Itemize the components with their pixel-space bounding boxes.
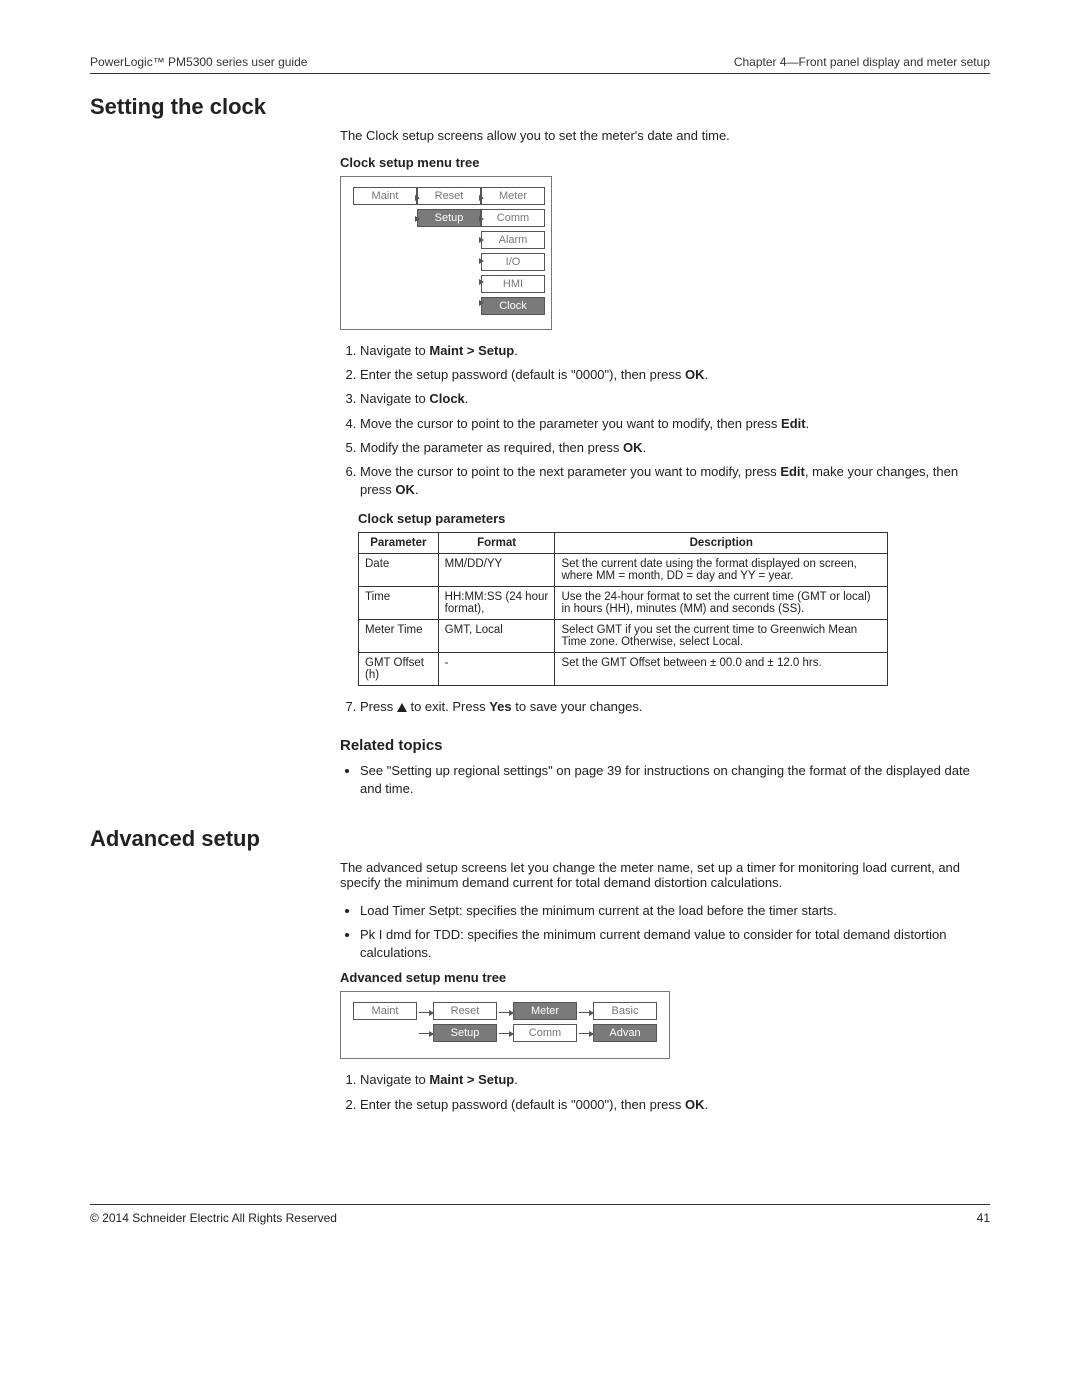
table-cell: Time: [359, 587, 439, 620]
table-header-row: ParameterFormatDescription: [359, 533, 888, 554]
list-item: Navigate to Clock.: [360, 390, 990, 408]
list-item: Navigate to Maint > Setup.: [360, 342, 990, 360]
footer-right: 41: [977, 1211, 990, 1225]
table-row: DateMM/DD/YYSet the current date using t…: [359, 554, 888, 587]
table-cell: Select GMT if you set the current time t…: [555, 620, 888, 653]
table-cell: -: [438, 653, 555, 686]
menu-node: Alarm: [481, 231, 545, 249]
clock-params-title: Clock setup parameters: [358, 511, 990, 526]
list-item: Modify the parameter as required, then p…: [360, 439, 990, 457]
clock-steps: Navigate to Maint > Setup. Enter the setu…: [340, 342, 990, 499]
advanced-menu-tree: Maint Reset Setup Meter Comm Basic Advan: [340, 991, 670, 1059]
advanced-bullets: Load Timer Setpt: specifies the minimum …: [340, 902, 990, 963]
footer-left: © 2014 Schneider Electric All Rights Res…: [90, 1211, 337, 1225]
table-cell: Use the 24-hour format to set the curren…: [555, 587, 888, 620]
clock-intro: The Clock setup screens allow you to set…: [340, 128, 990, 143]
table-cell: HH:MM:SS (24 hour format),: [438, 587, 555, 620]
section1-body: The Clock setup screens allow you to set…: [340, 128, 990, 798]
menu-node: HMI: [481, 275, 545, 293]
table-row: GMT Offset (h)-Set the GMT Offset betwee…: [359, 653, 888, 686]
section2-body: The advanced setup screens let you chang…: [340, 860, 990, 1114]
page: PowerLogic™ PM5300 series user guide Cha…: [0, 0, 1080, 1265]
table-header-cell: Parameter: [359, 533, 439, 554]
table-cell: Set the current date using the format di…: [555, 554, 888, 587]
setting-clock-heading: Setting the clock: [90, 94, 990, 120]
clock-tree-title: Clock setup menu tree: [340, 155, 990, 170]
menu-node: Comm: [513, 1024, 577, 1042]
list-item: Navigate to Maint > Setup.: [360, 1071, 990, 1089]
clock-step7-list: Press to exit. Press Yes to save your ch…: [340, 698, 990, 716]
advanced-tree-title: Advanced setup menu tree: [340, 970, 990, 985]
menu-node: Reset: [433, 1002, 497, 1020]
menu-node: Clock: [481, 297, 545, 315]
related-topic-item: See "Setting up regional settings" on pa…: [360, 762, 990, 798]
table-cell: GMT, Local: [438, 620, 555, 653]
list-item: Load Timer Setpt: specifies the minimum …: [360, 902, 990, 920]
menu-node: Maint: [353, 187, 417, 205]
menu-node: Basic: [593, 1002, 657, 1020]
menu-node: Setup: [417, 209, 481, 227]
list-item: Move the cursor to point to the next par…: [360, 463, 990, 499]
table-header-cell: Description: [555, 533, 888, 554]
table-cell: Set the GMT Offset between ± 00.0 and ± …: [555, 653, 888, 686]
list-item: Enter the setup password (default is "00…: [360, 1096, 990, 1114]
clock-params-table: ParameterFormatDescription DateMM/DD/YYS…: [358, 532, 888, 686]
table-body: DateMM/DD/YYSet the current date using t…: [359, 554, 888, 686]
clock-menu-tree: MaintReset SetupMeter Comm Alarm I/O HMI Clock: [340, 176, 552, 330]
related-topics-list: See "Setting up regional settings" on pa…: [340, 762, 990, 798]
table-cell: MM/DD/YY: [438, 554, 555, 587]
menu-node: I/O: [481, 253, 545, 271]
advanced-steps: Navigate to Maint > Setup. Enter the setu…: [340, 1071, 990, 1113]
page-header: PowerLogic™ PM5300 series user guide Cha…: [90, 55, 990, 74]
advanced-intro: The advanced setup screens let you chang…: [340, 860, 990, 890]
header-left: PowerLogic™ PM5300 series user guide: [90, 55, 307, 69]
header-right: Chapter 4—Front panel display and meter …: [734, 55, 990, 69]
table-cell: GMT Offset (h): [359, 653, 439, 686]
menu-node: Advan: [593, 1024, 657, 1042]
table-row: TimeHH:MM:SS (24 hour format),Use the 24…: [359, 587, 888, 620]
menu-node: Meter: [513, 1002, 577, 1020]
clock-step-7: Press to exit. Press Yes to save your ch…: [360, 698, 990, 716]
advanced-setup-heading: Advanced setup: [90, 826, 990, 852]
table-row: Meter TimeGMT, LocalSelect GMT if you se…: [359, 620, 888, 653]
menu-node: Reset: [417, 187, 481, 205]
page-footer: © 2014 Schneider Electric All Rights Res…: [90, 1204, 990, 1225]
menu-node: Meter: [481, 187, 545, 205]
list-item: Pk I dmd for TDD: specifies the minimum …: [360, 926, 990, 962]
table-cell: Date: [359, 554, 439, 587]
table-header-cell: Format: [438, 533, 555, 554]
related-topics-heading: Related topics: [340, 737, 990, 754]
table-cell: Meter Time: [359, 620, 439, 653]
menu-node: Setup: [433, 1024, 497, 1042]
menu-node: Maint: [353, 1002, 417, 1020]
list-item: Enter the setup password (default is "00…: [360, 366, 990, 384]
up-triangle-icon: [397, 703, 407, 712]
menu-node: Comm: [481, 209, 545, 227]
list-item: Move the cursor to point to the paramete…: [360, 415, 990, 433]
